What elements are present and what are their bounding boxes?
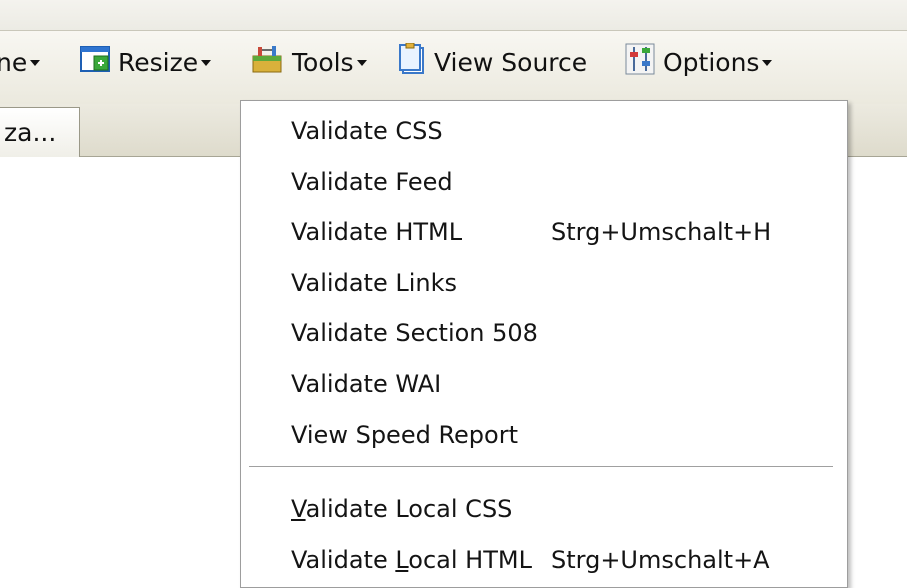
options-button[interactable]: Options [625, 43, 773, 81]
menu-separator [249, 466, 833, 468]
view-source-button[interactable]: View Source [398, 42, 588, 81]
chevron-down-icon [201, 60, 212, 66]
chevron-down-icon [356, 60, 367, 66]
resize-label: Resize [118, 47, 199, 77]
menu-item-validate-links[interactable]: Validate Links [291, 263, 831, 303]
view-source-label: View Source [434, 47, 588, 77]
resize-window-icon [80, 46, 110, 78]
label-part: alidate Local CSS [305, 495, 513, 523]
menu-item-label: Validate CSS [291, 117, 443, 145]
menu-item-label: Validate Links [291, 269, 457, 297]
chevron-down-icon [762, 60, 773, 66]
menu-item-label: Validate HTML [291, 218, 463, 246]
menu-item-label: Validate WAI [291, 370, 442, 398]
menu-item-validate-feed[interactable]: Validate Feed [291, 162, 831, 202]
title-strip [0, 0, 907, 31]
menu-item-view-speed-report[interactable]: View Speed Report [291, 415, 831, 455]
tools-toolbox-icon [250, 44, 284, 80]
tools-button[interactable]: Tools [250, 44, 367, 80]
label-part: ocal HTML [408, 546, 532, 574]
tools-dropdown-menu: Validate CSS Validate Feed Validate HTML… [240, 100, 848, 588]
mnemonic-letter: L [395, 546, 409, 574]
options-label: Options [663, 47, 760, 77]
menu-item-label: Validate Local HTML [291, 546, 532, 574]
menu-item-label: Validate Section 508 [291, 319, 538, 347]
label-part: Validate [291, 546, 396, 574]
menu-item-label: Validate Local CSS [291, 495, 512, 523]
menu-item-validate-local-css[interactable]: Validate Local CSS [291, 489, 831, 529]
tools-label: Tools [292, 47, 354, 77]
chevron-down-icon [30, 60, 41, 66]
menu-item-validate-local-html[interactable]: Validate Local HTML Strg+Umschalt+A [291, 540, 831, 580]
menu-item-validate-css[interactable]: Validate CSS [291, 111, 831, 151]
resize-button[interactable]: Resize [80, 44, 212, 80]
menu-item-shortcut: Strg+Umschalt+A [551, 546, 770, 574]
menu-item-shortcut: Strg+Umschalt+H [551, 218, 772, 246]
menu-item-label: Validate Feed [291, 168, 453, 196]
tab-label: za... [4, 118, 57, 147]
toolbar-partial-dropdown[interactable]: ne [0, 44, 41, 80]
menu-item-label: View Speed Report [291, 421, 519, 449]
toolbar-partial-label: ne [0, 47, 28, 77]
menu-item-validate-wai[interactable]: Validate WAI [291, 364, 831, 404]
view-source-document-icon [398, 42, 426, 81]
mnemonic-letter: V [291, 495, 306, 523]
browser-tab[interactable]: za... [0, 107, 80, 157]
options-sliders-icon [625, 43, 655, 81]
menu-item-validate-section-508[interactable]: Validate Section 508 [291, 313, 831, 353]
menu-item-validate-html[interactable]: Validate HTML Strg+Umschalt+H [291, 212, 831, 252]
